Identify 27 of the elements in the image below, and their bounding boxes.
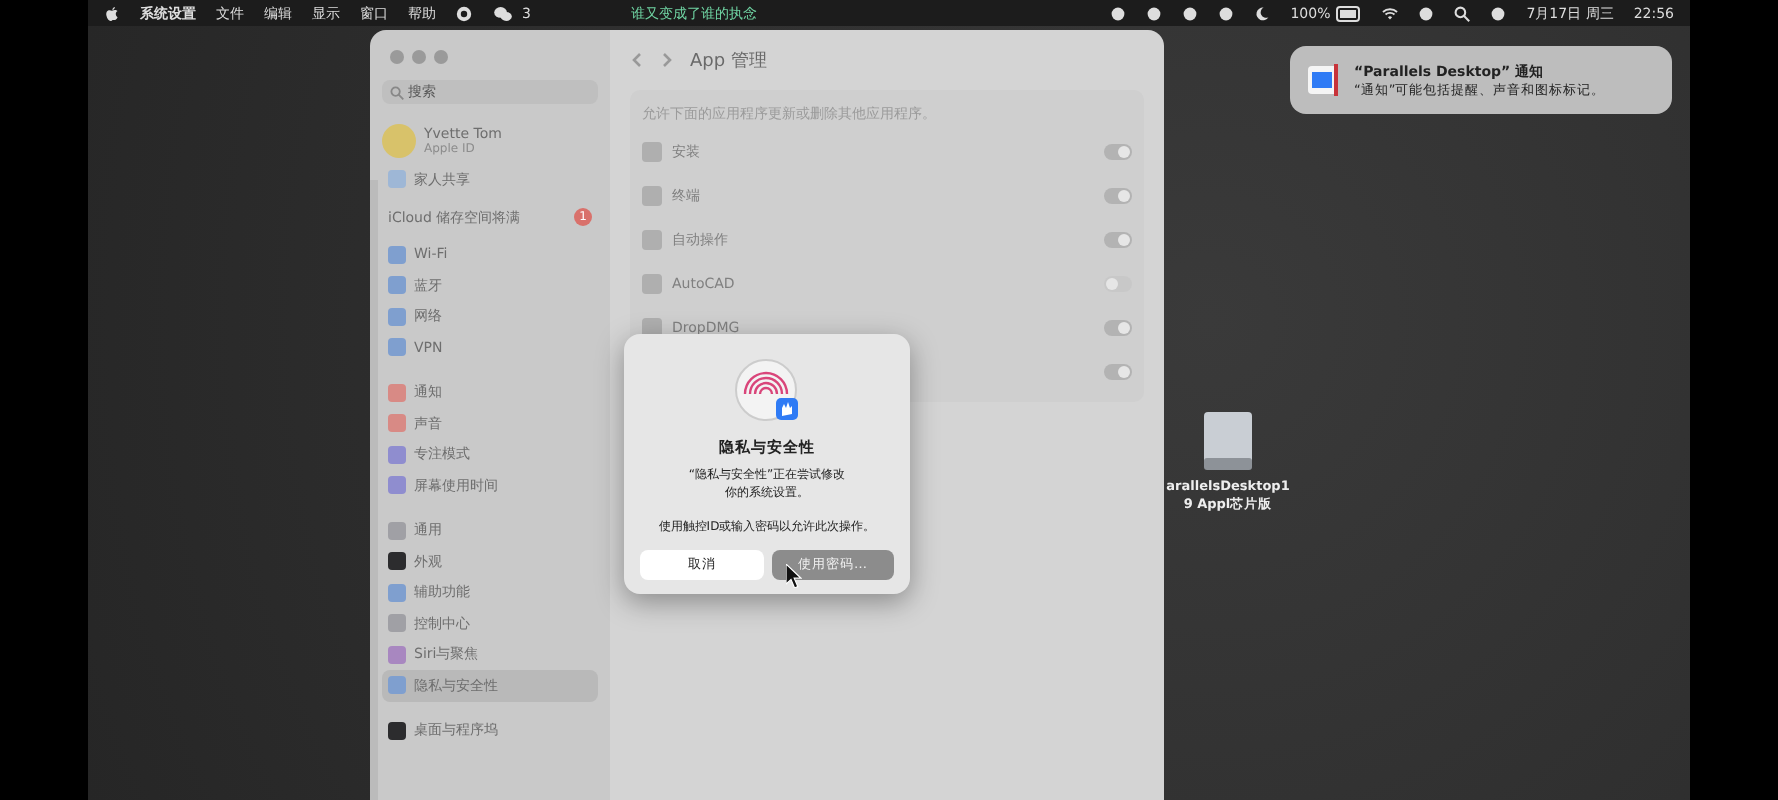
status-icon[interactable]: [1418, 5, 1435, 21]
status-icon[interactable]: [1146, 5, 1163, 21]
status-icon[interactable]: [1218, 5, 1235, 21]
status-icon[interactable]: [1182, 5, 1199, 21]
page-title: App 管理: [690, 49, 767, 73]
moon-icon[interactable]: [1254, 5, 1271, 21]
app-icon: [642, 186, 662, 206]
app-window-icon: [1306, 62, 1342, 98]
battery-icon[interactable]: [1336, 5, 1363, 21]
fingerprint-icon: [733, 358, 801, 426]
chat-bubbles-icon[interactable]: [492, 5, 514, 21]
toggle-switch[interactable]: [1104, 320, 1132, 336]
mouse-pointer-icon: [786, 564, 802, 588]
search-icon[interactable]: [1454, 5, 1471, 21]
toggle-switch[interactable]: [1104, 188, 1132, 204]
status-icon[interactable]: [1110, 5, 1127, 21]
toggle-switch[interactable]: [1104, 144, 1132, 160]
record-icon[interactable]: [456, 5, 472, 21]
app-icon: [642, 274, 662, 294]
disk-image-icon[interactable]: [1198, 410, 1258, 472]
toggle-switch[interactable]: [1104, 276, 1132, 292]
apple-logo-icon[interactable]: [104, 5, 120, 21]
wifi-icon[interactable]: [1382, 5, 1399, 21]
app-icon: [642, 142, 662, 162]
toggle-switch[interactable]: [1104, 232, 1132, 248]
toggle-switch[interactable]: [1104, 364, 1132, 380]
app-icon: [642, 230, 662, 250]
